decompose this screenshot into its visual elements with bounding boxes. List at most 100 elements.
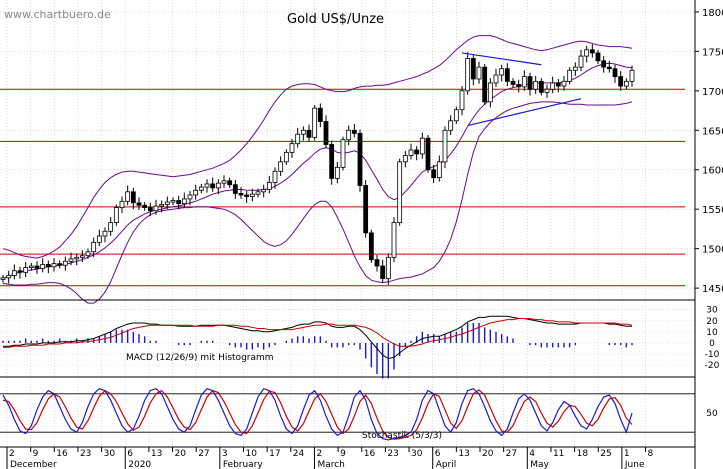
candle-body xyxy=(567,69,573,82)
candle-body xyxy=(606,66,612,70)
candle-body xyxy=(283,151,289,163)
macd-tick-label: -20 xyxy=(705,361,720,371)
candle-body xyxy=(459,90,465,111)
candle-body xyxy=(363,185,369,234)
candle-body xyxy=(516,84,522,88)
candle-body xyxy=(40,264,46,269)
candle-body xyxy=(108,222,114,232)
candle-body xyxy=(91,241,97,253)
candle-body xyxy=(391,222,397,258)
candle-body xyxy=(68,258,74,262)
month-label: June xyxy=(624,460,645,469)
date-tick-label: 20 xyxy=(175,449,187,459)
candle-body xyxy=(408,149,414,156)
date-tick-label: 11 xyxy=(553,449,564,459)
date-tick-label: 8 xyxy=(648,449,654,459)
candle-body xyxy=(323,121,329,145)
candle-body xyxy=(136,202,142,206)
month-label: December xyxy=(10,460,57,469)
candle-body xyxy=(436,161,442,179)
source-watermark: www.chartbuero.de xyxy=(4,8,111,21)
candle-body xyxy=(555,82,561,87)
candle-body xyxy=(295,133,301,145)
candle-body xyxy=(589,49,595,54)
candle-body xyxy=(198,186,204,191)
candle-body xyxy=(544,88,550,93)
candle-body xyxy=(521,76,527,88)
macd-label: MACD (12/26/9) mit Histogramm xyxy=(126,353,274,363)
date-tick-label: 23 xyxy=(387,449,398,459)
month-label: March xyxy=(317,460,344,469)
candle-body xyxy=(499,68,505,76)
candle-body xyxy=(334,166,340,179)
candle-body xyxy=(125,191,131,202)
candle-body xyxy=(312,107,318,138)
candle-body xyxy=(74,256,80,260)
candle-body xyxy=(317,107,323,122)
candle-body xyxy=(402,155,408,163)
stochastic-axis: 50 xyxy=(706,409,718,419)
date-tick-label: 16 xyxy=(364,449,376,459)
date-tick-label: 9 xyxy=(340,449,346,459)
candle-body xyxy=(374,259,380,267)
date-tick-label: 3 xyxy=(222,449,228,459)
candle-body xyxy=(272,170,278,183)
macd-tick-label: -10 xyxy=(705,350,720,360)
candle-body xyxy=(23,267,29,273)
candle-body xyxy=(238,193,244,196)
candle-body xyxy=(51,263,57,268)
date-tick-label: 23 xyxy=(80,449,91,459)
candle-body xyxy=(113,207,119,224)
candle-body xyxy=(623,80,629,87)
candle-body xyxy=(6,275,12,279)
month-label: February xyxy=(223,460,264,469)
candle-body xyxy=(300,129,306,135)
price-tick-label: 1800 xyxy=(702,8,723,19)
candle-body xyxy=(578,55,584,68)
date-tick-label: 13 xyxy=(458,449,469,459)
candle-body xyxy=(79,255,85,258)
candle-body xyxy=(561,80,567,87)
candle-body xyxy=(244,194,250,197)
price-tick-label: 1750 xyxy=(702,47,723,58)
candle-body xyxy=(601,60,607,68)
candle-body xyxy=(380,265,386,280)
candle-body xyxy=(11,270,17,276)
candle-body xyxy=(504,68,510,82)
stochastic-label: Stochastik (5/3/3) xyxy=(362,431,442,441)
candle-body xyxy=(442,129,448,163)
candle-body xyxy=(572,66,578,71)
date-tick-label: 13 xyxy=(151,449,162,459)
date-tick-label: 2 xyxy=(9,449,15,459)
candle-body xyxy=(538,80,544,93)
candle-body xyxy=(227,180,233,186)
candle-body xyxy=(618,76,624,87)
candle-body xyxy=(215,182,221,189)
candle-body xyxy=(57,263,63,266)
date-tick-label: 4 xyxy=(529,449,535,459)
date-tick-label: 2 xyxy=(316,449,322,459)
macd-tick-label: 20 xyxy=(706,317,718,327)
candle-body xyxy=(261,189,267,193)
candle-body xyxy=(232,184,238,194)
candle-body xyxy=(584,49,590,57)
candle-body xyxy=(510,80,516,85)
candle-body xyxy=(629,69,635,82)
price-tick-label: 1600 xyxy=(702,166,723,177)
date-tick-label: 6 xyxy=(435,449,441,459)
gold-chart: www.chartbuero.de Gold US$/Unze MACD (12… xyxy=(0,0,723,469)
candle-body xyxy=(278,161,284,172)
candle-body xyxy=(159,204,165,207)
candle-body xyxy=(170,200,176,203)
date-tick-label: 20 xyxy=(482,449,494,459)
date-tick-label: 1 xyxy=(624,449,630,459)
month-label: April xyxy=(436,460,457,469)
candle-body xyxy=(193,189,199,196)
month-label: May xyxy=(530,460,549,469)
date-tick-label: 6 xyxy=(127,449,133,459)
candle-body xyxy=(470,58,476,80)
candle-body xyxy=(119,200,125,209)
date-tick-label: 27 xyxy=(506,449,517,459)
candle-body xyxy=(187,194,193,200)
candle-body xyxy=(34,265,40,269)
